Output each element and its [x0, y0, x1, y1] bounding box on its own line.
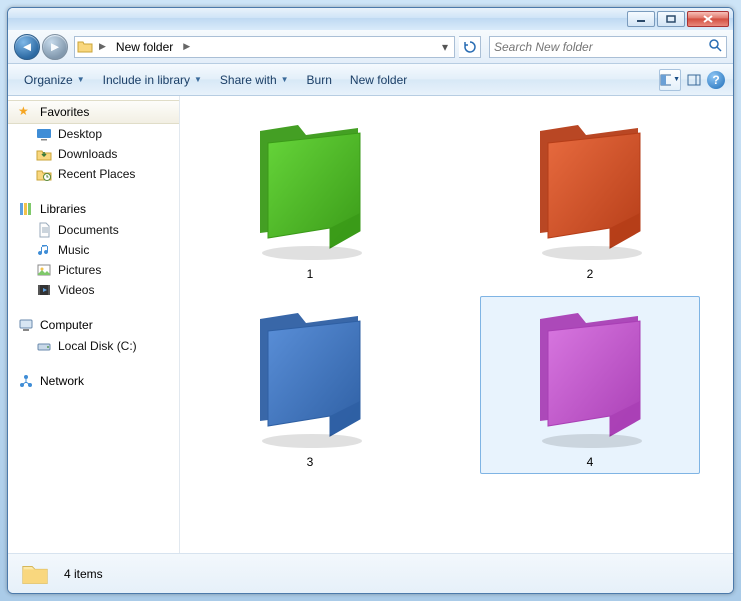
- status-item-count: 4 items: [64, 567, 103, 581]
- folder-large-icon: [520, 113, 660, 263]
- music-icon: [36, 242, 52, 258]
- file-name: 1: [307, 267, 314, 281]
- drive-icon: [36, 338, 52, 354]
- minimize-button[interactable]: [627, 11, 655, 27]
- sidebar-item-recent[interactable]: Recent Places: [8, 164, 179, 184]
- maximize-button[interactable]: [657, 11, 685, 27]
- newfolder-label: New folder: [350, 73, 407, 87]
- new-folder-button[interactable]: New folder: [342, 69, 415, 91]
- computer-label: Computer: [40, 318, 93, 332]
- sidebar-item-desktop[interactable]: Desktop: [8, 124, 179, 144]
- refresh-icon: [463, 40, 477, 54]
- include-in-library-button[interactable]: Include in library ▼: [95, 69, 210, 91]
- documents-icon: [36, 222, 52, 238]
- pictures-icon: [36, 262, 52, 278]
- desktop-icon: [36, 126, 52, 142]
- nav-pane: ★ Favorites Desktop Downloads Recent Pla…: [8, 96, 180, 553]
- downloads-icon: [36, 146, 52, 162]
- preview-pane-button[interactable]: [683, 69, 705, 91]
- file-item[interactable]: 1: [200, 108, 420, 286]
- sidebar-item-music[interactable]: Music: [8, 240, 179, 260]
- close-button[interactable]: [687, 11, 729, 27]
- computer-icon: [18, 317, 34, 333]
- sidebar-item-label: Videos: [58, 283, 94, 297]
- sidebar-item-label: Music: [58, 243, 89, 257]
- share-with-button[interactable]: Share with ▼: [212, 69, 297, 91]
- sidebar-item-documents[interactable]: Documents: [8, 220, 179, 240]
- file-name: 4: [587, 455, 594, 469]
- search-input[interactable]: [494, 40, 708, 54]
- explorer-body: ★ Favorites Desktop Downloads Recent Pla…: [8, 96, 733, 553]
- burn-button[interactable]: Burn: [299, 69, 340, 91]
- favorites-label: Favorites: [40, 105, 89, 119]
- sidebar-item-downloads[interactable]: Downloads: [8, 144, 179, 164]
- file-name: 3: [307, 455, 314, 469]
- explorer-window: ◄ ► ▶ New folder ▶ ▾ Organize ▼ Include i…: [7, 7, 734, 594]
- folder-icon: [20, 559, 50, 589]
- help-icon: ?: [712, 73, 719, 87]
- change-view-button[interactable]: ▼: [659, 69, 681, 91]
- chevron-down-icon: ▼: [77, 75, 85, 84]
- details-pane: 4 items: [8, 553, 733, 593]
- sidebar-item-label: Documents: [58, 223, 119, 237]
- chevron-down-icon: ▼: [673, 76, 680, 83]
- forward-button[interactable]: ►: [42, 34, 68, 60]
- sidebar-item-label: Recent Places: [58, 167, 135, 181]
- recent-icon: [36, 166, 52, 182]
- share-label: Share with: [220, 73, 277, 87]
- folder-large-icon: [240, 113, 380, 263]
- favorites-header[interactable]: ★ Favorites: [8, 100, 179, 124]
- computer-header[interactable]: Computer: [8, 314, 179, 336]
- address-dropdown-icon[interactable]: ▾: [438, 40, 452, 54]
- computer-group: Computer Local Disk (C:): [8, 314, 179, 356]
- sidebar-item-label: Downloads: [58, 147, 117, 161]
- libraries-icon: [18, 201, 34, 217]
- sidebar-item-label: Desktop: [58, 127, 102, 141]
- help-button[interactable]: ?: [707, 71, 725, 89]
- network-group: Network: [8, 370, 179, 392]
- sidebar-item-label: Local Disk (C:): [58, 339, 137, 353]
- breadcrumb-location[interactable]: New folder: [112, 40, 177, 54]
- libraries-header[interactable]: Libraries: [8, 198, 179, 220]
- organize-button[interactable]: Organize ▼: [16, 69, 93, 91]
- sidebar-item-pictures[interactable]: Pictures: [8, 260, 179, 280]
- chevron-down-icon: ▼: [194, 75, 202, 84]
- sidebar-item-videos[interactable]: Videos: [8, 280, 179, 300]
- file-name: 2: [587, 267, 594, 281]
- star-icon: ★: [18, 104, 34, 120]
- favorites-group: ★ Favorites Desktop Downloads Recent Pla…: [8, 100, 179, 184]
- address-bar[interactable]: ▶ New folder ▶ ▾: [74, 36, 455, 58]
- refresh-button[interactable]: [459, 36, 481, 58]
- network-label: Network: [40, 374, 84, 388]
- include-label: Include in library: [103, 73, 190, 87]
- file-item[interactable]: 2: [480, 108, 700, 286]
- folder-large-icon: [520, 301, 660, 451]
- back-button[interactable]: ◄: [14, 34, 40, 60]
- burn-label: Burn: [307, 73, 332, 87]
- organize-label: Organize: [24, 73, 73, 87]
- chevron-down-icon: ▼: [281, 75, 289, 84]
- videos-icon: [36, 282, 52, 298]
- file-item[interactable]: 3: [200, 296, 420, 474]
- command-bar: Organize ▼ Include in library ▼ Share with…: [8, 64, 733, 96]
- sidebar-item-label: Pictures: [58, 263, 101, 277]
- network-header[interactable]: Network: [8, 370, 179, 392]
- view-icon: [660, 74, 671, 86]
- items-view[interactable]: 1 2 3 4: [180, 96, 733, 553]
- nav-bar: ◄ ► ▶ New folder ▶ ▾: [8, 30, 733, 64]
- titlebar: [8, 8, 733, 30]
- libraries-group: Libraries Documents Music Pictures Video…: [8, 198, 179, 300]
- libraries-label: Libraries: [40, 202, 86, 216]
- folder-icon: [77, 39, 93, 55]
- folder-large-icon: [240, 301, 380, 451]
- search-box[interactable]: [489, 36, 727, 58]
- preview-pane-icon: [687, 74, 701, 86]
- file-item[interactable]: 4: [480, 296, 700, 474]
- breadcrumb-separator-icon[interactable]: ▶: [179, 41, 194, 52]
- breadcrumb-separator-icon: ▶: [95, 41, 110, 52]
- network-icon: [18, 373, 34, 389]
- search-icon[interactable]: [708, 38, 722, 55]
- sidebar-item-local-disk[interactable]: Local Disk (C:): [8, 336, 179, 356]
